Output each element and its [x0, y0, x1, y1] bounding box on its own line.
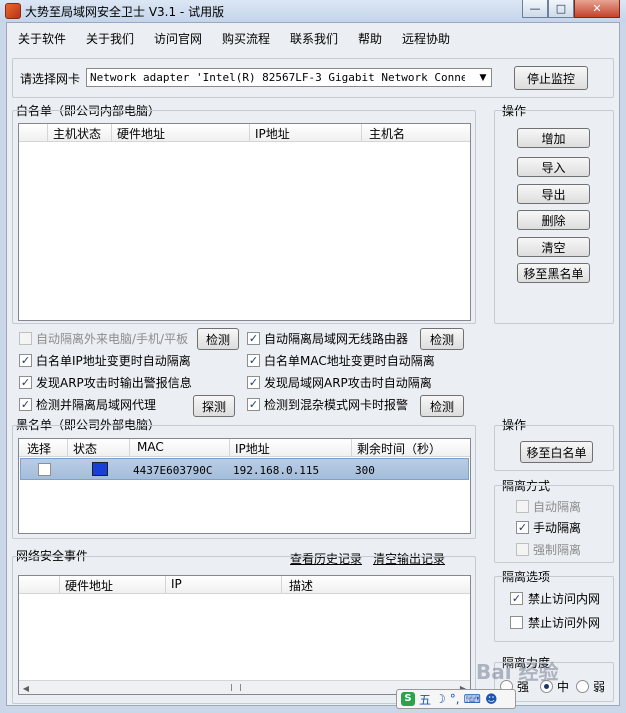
- col-event-desc[interactable]: 描述: [289, 577, 313, 594]
- scroll-thumb[interactable]: [231, 684, 241, 691]
- close-icon[interactable]: ✕: [574, 0, 620, 18]
- whitelist-header: 主机状态 硬件地址 IP地址 主机名: [19, 124, 470, 142]
- monitor-icon: [92, 462, 108, 476]
- strength-weak-radio[interactable]: [576, 680, 589, 693]
- row-remaining: 300: [355, 464, 375, 477]
- user-icon[interactable]: ☻: [485, 692, 498, 706]
- menu-remote-assist[interactable]: 远程协助: [402, 30, 450, 47]
- opt1-label: 自动隔离外来电脑/手机/平板: [36, 332, 189, 346]
- moon-icon[interactable]: ☽: [435, 692, 446, 706]
- opt7-label: 检测并隔离局域网代理: [36, 398, 157, 412]
- opt5-label: 发现ARP攻击时输出警报信息: [36, 376, 192, 390]
- opt8-checkbox[interactable]: ✓: [247, 398, 260, 411]
- ime-mode-label[interactable]: 五: [419, 691, 431, 708]
- adapter-select[interactable]: Network adapter 'Intel(R) 82567LF-3 Giga…: [86, 68, 492, 87]
- opt4-checkbox[interactable]: ✓: [247, 354, 260, 367]
- adapter-select-value: Network adapter 'Intel(R) 82567LF-3 Giga…: [90, 71, 465, 84]
- menu-purchase[interactable]: 购买流程: [222, 30, 270, 47]
- menu-help[interactable]: 帮助: [358, 30, 382, 47]
- opt2-detect-button[interactable]: 检测: [420, 328, 464, 350]
- block-intranet-label: 禁止访问内网: [528, 592, 601, 606]
- punctuation-icon[interactable]: °,: [450, 692, 460, 706]
- force-isolate-label: 强制隔离: [533, 543, 582, 557]
- minimize-icon[interactable]: —: [522, 0, 548, 18]
- opt2-label: 自动隔离局域网无线路由器: [264, 332, 409, 346]
- col-select[interactable]: 选择: [27, 440, 51, 457]
- menu-about-software[interactable]: 关于软件: [18, 30, 66, 47]
- opt7-checkbox[interactable]: ✓: [19, 398, 32, 411]
- auto-isolate-label: 自动隔离: [533, 500, 582, 514]
- col-ip[interactable]: IP地址: [235, 440, 270, 457]
- opt3-checkbox[interactable]: ✓: [19, 354, 32, 367]
- events-header: 硬件地址 IP 描述: [19, 576, 470, 594]
- strength-weak-label: 弱: [593, 680, 606, 694]
- menu-visit-website[interactable]: 访问官网: [154, 30, 202, 47]
- col-event-hardware[interactable]: 硬件地址: [65, 577, 113, 594]
- row-ip: 192.168.0.115: [233, 464, 320, 477]
- opt2-checkbox[interactable]: ✓: [247, 332, 260, 345]
- import-button[interactable]: 导入: [517, 157, 590, 177]
- add-button[interactable]: 增加: [517, 128, 590, 148]
- manual-isolate-label: 手动隔离: [533, 521, 582, 535]
- col-event-ip[interactable]: IP: [171, 577, 182, 591]
- row-mac: 4437E603790C: [133, 464, 213, 477]
- window-title: 大势至局域网安全卫士 V3.1 - 试用版: [25, 5, 225, 19]
- col-host-status[interactable]: 主机状态: [53, 125, 101, 142]
- isolation-options-group: [494, 576, 614, 642]
- app-icon: [5, 3, 21, 19]
- opt8-detect-button[interactable]: 检测: [420, 395, 464, 417]
- move-to-blacklist-button[interactable]: 移至黑名单: [517, 263, 590, 283]
- adapter-label: 请选择网卡: [20, 72, 81, 86]
- blacklist-table[interactable]: 选择 状态 MAC IP地址 剩余时间（秒） 4437E603790C 192.…: [18, 438, 471, 534]
- blacklist-header: 选择 状态 MAC IP地址 剩余时间（秒）: [19, 439, 470, 457]
- auto-isolate-checkbox[interactable]: [516, 500, 529, 513]
- ime-toolbar[interactable]: S 五 ☽ °, ⌨ ☻: [396, 689, 516, 709]
- menu-about-us[interactable]: 关于我们: [86, 30, 134, 47]
- col-mac[interactable]: MAC: [137, 440, 164, 454]
- force-isolate-checkbox[interactable]: [516, 543, 529, 556]
- scroll-left-icon[interactable]: ◀: [19, 681, 33, 695]
- chevron-down-icon[interactable]: ▼: [475, 69, 491, 86]
- col-ip-address[interactable]: IP地址: [255, 125, 290, 142]
- row-select-checkbox[interactable]: [38, 463, 51, 476]
- opt7-probe-button[interactable]: 探测: [193, 395, 235, 417]
- events-table[interactable]: 硬件地址 IP 描述 ◀ ▶: [18, 575, 471, 695]
- opt6-checkbox[interactable]: ✓: [247, 376, 260, 389]
- export-button[interactable]: 导出: [517, 184, 590, 204]
- opt1-checkbox: [19, 332, 32, 345]
- table-row[interactable]: 4437E603790C 192.168.0.115 300: [20, 458, 469, 480]
- col-remaining[interactable]: 剩余时间（秒）: [357, 440, 441, 457]
- whitelist-table[interactable]: 主机状态 硬件地址 IP地址 主机名: [18, 123, 471, 321]
- strength-medium-label: 中: [557, 680, 570, 694]
- clear-button[interactable]: 清空: [517, 237, 590, 257]
- opt6-label: 发现局域网ARP攻击时自动隔离: [264, 376, 432, 390]
- opt3-label: 白名单IP地址变更时自动隔离: [36, 354, 191, 368]
- watermark: Bai 经验: [476, 660, 559, 684]
- manual-isolate-checkbox[interactable]: ✓: [516, 521, 529, 534]
- opt4-label: 白名单MAC地址变更时自动隔离: [264, 354, 435, 368]
- block-internet-checkbox[interactable]: [510, 616, 523, 629]
- opt8-label: 检测到混杂模式网卡时报警: [264, 398, 409, 412]
- delete-button[interactable]: 删除: [517, 210, 590, 230]
- sogou-icon[interactable]: S: [401, 692, 415, 706]
- maximize-icon[interactable]: □: [548, 0, 574, 18]
- col-status[interactable]: 状态: [73, 440, 97, 457]
- block-internet-label: 禁止访问外网: [528, 616, 601, 630]
- move-to-whitelist-button[interactable]: 移至白名单: [520, 441, 593, 463]
- opt1-detect-button[interactable]: 检测: [197, 328, 239, 350]
- col-hardware-address[interactable]: 硬件地址: [117, 125, 165, 142]
- opt5-checkbox[interactable]: ✓: [19, 376, 32, 389]
- keyboard-icon[interactable]: ⌨: [464, 692, 481, 706]
- menu-contact[interactable]: 联系我们: [290, 30, 338, 47]
- col-hostname[interactable]: 主机名: [369, 125, 405, 142]
- stop-monitor-button[interactable]: 停止监控: [514, 66, 588, 90]
- block-intranet-checkbox[interactable]: ✓: [510, 592, 523, 605]
